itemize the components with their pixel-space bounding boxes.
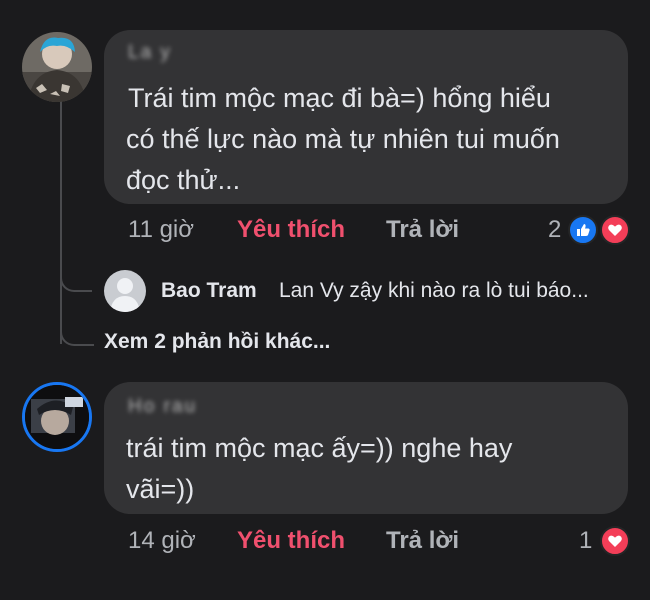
comment-text-line: vãi=)) (126, 474, 195, 504)
reply-preview-text[interactable]: Lan Vy zậy khi nào ra lò tui báo... (279, 279, 589, 303)
comment-text-line: trái tim mộc mạc ấy=)) nghe hay (126, 433, 513, 463)
thread-branch-1 (60, 270, 92, 292)
comment-timestamp-1[interactable]: 11 giờ (128, 216, 194, 244)
like-button-1[interactable]: Yêu thích (237, 216, 345, 244)
comment-bubble-1: La y Trái tim mộc mạc đi bà=) hổng hiểu … (104, 30, 628, 204)
reaction-count-2[interactable]: 1 (579, 527, 592, 555)
comment-timestamp-2[interactable]: 14 giờ (128, 527, 196, 555)
comment-author-2[interactable]: Ho rau (128, 396, 197, 418)
comment-author-1[interactable]: La y (128, 42, 172, 64)
comment-text-line: đọc thử... (126, 165, 241, 195)
comment-text-line: Trái tim mộc mạc đi bà=) hổng hiểu (128, 83, 551, 113)
comment-bubble-2: Ho rau trái tim mộc mạc ấy=)) nghe hay v… (104, 382, 628, 514)
love-icon[interactable] (600, 526, 630, 556)
like-button-2[interactable]: Yêu thích (237, 527, 345, 555)
thread-line (60, 96, 62, 344)
thread-branch-2 (60, 324, 94, 346)
reaction-count-1[interactable]: 2 (548, 216, 561, 244)
avatar-reply[interactable] (104, 270, 146, 312)
reply-button-2[interactable]: Trả lời (386, 527, 459, 555)
like-icon[interactable] (568, 215, 598, 245)
comment-text-line: có thế lực nào mà tự nhiên tui muốn (126, 124, 560, 154)
love-icon[interactable] (600, 215, 630, 245)
avatar-comment-2[interactable] (22, 382, 92, 452)
reply-button-1[interactable]: Trả lời (386, 216, 459, 244)
view-more-replies-link[interactable]: Xem 2 phản hồi khác... (104, 330, 330, 354)
avatar-comment-1[interactable] (22, 32, 92, 102)
reply-author-name[interactable]: Bao Tram (161, 279, 257, 303)
